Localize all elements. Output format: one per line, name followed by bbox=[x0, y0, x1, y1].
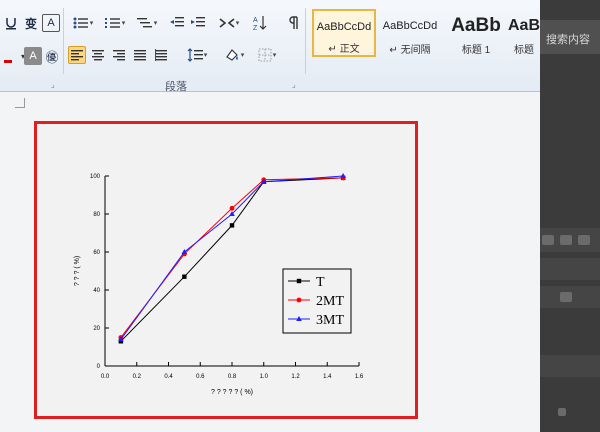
enclose-characters-button[interactable]: ㊝ bbox=[43, 47, 61, 65]
tool-icon[interactable] bbox=[560, 235, 572, 245]
style-heading-1[interactable]: AaBb 标题 1 bbox=[444, 9, 508, 57]
side-panel: 搜索内容 bbox=[540, 0, 600, 432]
paragraph-dialog-launcher-icon[interactable]: ⌟ bbox=[292, 80, 296, 89]
character-border-button[interactable]: A bbox=[42, 14, 60, 32]
style-no-spacing[interactable]: AaBbCcDd ↵ 无间隔 bbox=[378, 9, 442, 57]
y-tick-label: 20 bbox=[93, 326, 100, 332]
line-chart[interactable]: 0.0 0.2 0.4 0.6 0.8 1.0 1.2 1.4 1.6 0 20 40 60 80 100?… bbox=[37, 124, 415, 416]
tool-icon[interactable] bbox=[560, 292, 572, 302]
show-formatting-marks-button[interactable] bbox=[284, 14, 302, 32]
data-point bbox=[229, 223, 235, 228]
x-tick-label: 0.6 bbox=[196, 374, 205, 380]
x-tick-label: 1.6 bbox=[355, 374, 364, 380]
y-tick-label: 100 bbox=[90, 174, 101, 180]
x-tick-label: 0.2 bbox=[133, 374, 142, 380]
y-tick-label: 40 bbox=[93, 288, 100, 294]
style-normal[interactable]: AaBbCcDd ↵ 正文 bbox=[312, 9, 376, 57]
svg-text:A: A bbox=[253, 17, 258, 24]
underline-button[interactable] bbox=[2, 14, 20, 32]
phonetic-guide-button[interactable]: 变 bbox=[22, 14, 40, 32]
legend-label: 3MT bbox=[316, 313, 344, 328]
data-point bbox=[182, 274, 187, 279]
search-label: 搜索内容 bbox=[546, 34, 590, 46]
style-title[interactable]: AaB 标题 bbox=[508, 9, 540, 57]
y-axis-label: ? ? ? ( %) bbox=[74, 256, 81, 286]
y-tick-label: 60 bbox=[93, 250, 100, 256]
x-axis-label: ? ? ? ? ? ( %) bbox=[211, 389, 253, 396]
line-spacing-button[interactable]: ▾ bbox=[182, 46, 212, 64]
x-tick-label: 1.4 bbox=[323, 374, 332, 380]
style-sample: AaB bbox=[508, 17, 540, 34]
group-separator bbox=[305, 8, 306, 74]
bullets-button[interactable]: ▾ bbox=[68, 14, 98, 32]
shading-button[interactable]: ▾ bbox=[219, 46, 249, 64]
svg-text:Z: Z bbox=[253, 25, 258, 31]
style-name: 标题 bbox=[514, 45, 534, 56]
style-name: ↵ 无间隔 bbox=[389, 45, 431, 56]
x-tick-label: 0.8 bbox=[228, 374, 237, 380]
x-tick-label: 1.2 bbox=[291, 374, 300, 380]
legend-label: 2MT bbox=[316, 294, 344, 309]
page-corner-mark bbox=[15, 98, 25, 108]
align-left-button[interactable] bbox=[68, 46, 86, 64]
borders-button[interactable]: ▾ bbox=[252, 46, 282, 64]
tool-icon[interactable] bbox=[542, 235, 554, 245]
slider-handle-icon[interactable] bbox=[558, 408, 566, 416]
align-right-button[interactable] bbox=[110, 46, 128, 64]
style-sample: AaBbCcDd bbox=[382, 20, 438, 32]
y-tick-label: 80 bbox=[93, 212, 100, 218]
multilevel-list-button[interactable]: ▾ bbox=[132, 14, 162, 32]
font-dialog-launcher-icon[interactable]: ⌟ bbox=[51, 80, 55, 89]
chinese-layout-button[interactable]: ▾ bbox=[214, 14, 244, 32]
y-tick-label: 0 bbox=[97, 364, 101, 370]
panel-toolbar bbox=[540, 258, 600, 280]
decrease-indent-button[interactable] bbox=[168, 14, 186, 32]
justify-button[interactable] bbox=[131, 46, 149, 64]
legend-label: T bbox=[316, 275, 325, 290]
data-point bbox=[229, 205, 235, 211]
distributed-button[interactable] bbox=[152, 46, 170, 64]
group-separator bbox=[63, 8, 64, 74]
tool-icon[interactable] bbox=[578, 235, 590, 245]
align-center-button[interactable] bbox=[89, 46, 107, 64]
x-tick-label: 0.4 bbox=[164, 374, 173, 380]
style-sample: AaBbCcDd bbox=[316, 20, 372, 33]
ribbon: 变 A ▾ A ㊝ ▾ ▾ ▾ ▾ AZ ▾ ▾ ▾ 段落 ⌟ ⌟ AaBbCc… bbox=[0, 0, 540, 93]
x-tick-label: 1.0 bbox=[260, 374, 269, 380]
numbering-button[interactable]: ▾ bbox=[100, 14, 130, 32]
sort-button[interactable]: AZ bbox=[251, 14, 269, 32]
data-point bbox=[340, 173, 346, 178]
style-name: ↵ 正文 bbox=[328, 44, 360, 55]
data-point bbox=[296, 297, 302, 303]
character-shading-button[interactable]: A bbox=[24, 47, 42, 65]
panel-toolbar bbox=[540, 355, 600, 377]
style-name: 标题 1 bbox=[461, 45, 491, 56]
highlighted-chart-frame: 0.0 0.2 0.4 0.6 0.8 1.0 1.2 1.4 1.6 0 20 40 60 80 100?… bbox=[34, 121, 418, 419]
increase-indent-button[interactable] bbox=[189, 14, 207, 32]
x-tick-label: 0.0 bbox=[101, 374, 110, 380]
data-point bbox=[296, 278, 302, 284]
style-sample: AaBb bbox=[451, 15, 501, 36]
